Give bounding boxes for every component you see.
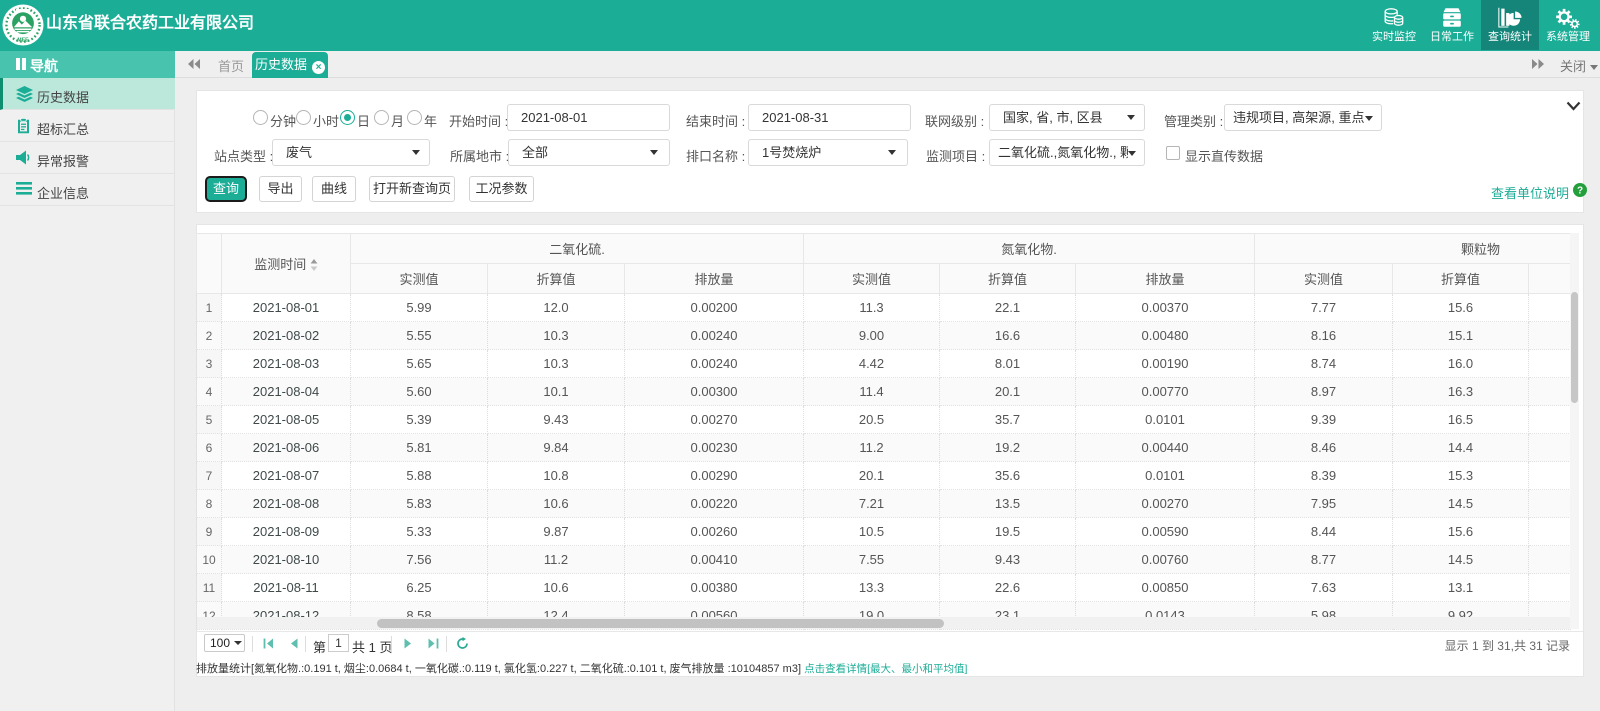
svg-text:MEE: MEE xyxy=(17,38,29,44)
svg-text:?: ? xyxy=(1577,186,1583,197)
